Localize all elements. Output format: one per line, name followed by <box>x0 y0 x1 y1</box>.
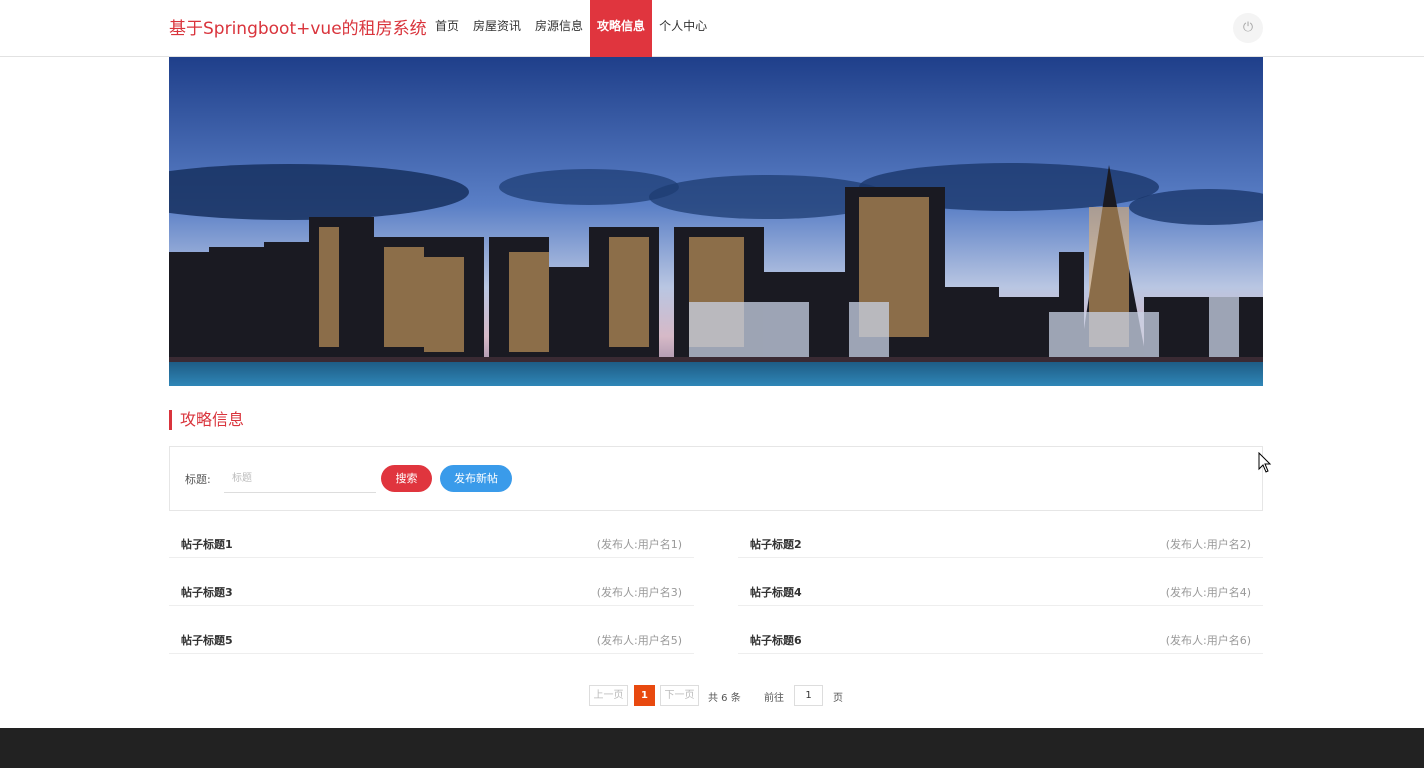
goto-page-input[interactable]: 1 <box>794 685 823 706</box>
city-skyline-image <box>169 57 1263 386</box>
total-count: 共 6 条 <box>708 693 741 704</box>
post-title[interactable]: 帖子标题1 <box>181 536 233 552</box>
goto-label: 前往 <box>764 693 784 704</box>
post-title[interactable]: 帖子标题2 <box>750 536 802 552</box>
title-search-input[interactable] <box>224 465 376 493</box>
list-item[interactable]: 帖子标题2 (发布人:用户名2) <box>738 520 1263 558</box>
page-number-current[interactable]: 1 <box>634 685 655 706</box>
page-unit-label: 页 <box>833 693 843 704</box>
list-item[interactable]: 帖子标题5 (发布人:用户名5) <box>169 616 694 654</box>
banner-image <box>169 57 1263 386</box>
post-title[interactable]: 帖子标题6 <box>750 632 802 648</box>
list-item[interactable]: 帖子标题3 (发布人:用户名3) <box>169 568 694 606</box>
post-title[interactable]: 帖子标题3 <box>181 584 233 600</box>
nav-home[interactable]: 首页 <box>428 0 466 57</box>
post-author: (发布人:用户名3) <box>596 586 682 599</box>
nav-guides[interactable]: 攻略信息 <box>590 0 653 57</box>
nav-house-news[interactable]: 房屋资讯 <box>466 0 528 57</box>
post-author: (发布人:用户名4) <box>1165 586 1251 599</box>
nav-personal-center[interactable]: 个人中心 <box>652 0 714 57</box>
page-footer <box>0 728 1424 768</box>
list-item[interactable]: 帖子标题4 (发布人:用户名4) <box>738 568 1263 606</box>
mouse-cursor-icon <box>1258 452 1272 473</box>
post-title[interactable]: 帖子标题5 <box>181 632 233 648</box>
power-icon[interactable]: ⏻ <box>1233 13 1263 43</box>
post-new-topic-button[interactable]: 发布新帖 <box>440 465 512 492</box>
next-page-button[interactable]: 下一页 <box>660 685 699 706</box>
title-filter-label: 标题: <box>185 473 211 486</box>
post-author: (发布人:用户名6) <box>1165 634 1251 647</box>
post-author: (发布人:用户名5) <box>596 634 682 647</box>
post-author: (发布人:用户名2) <box>1165 538 1251 551</box>
site-brand[interactable]: 基于Springboot+vue的租房系统 <box>169 14 427 39</box>
list-item[interactable]: 帖子标题6 (发布人:用户名6) <box>738 616 1263 654</box>
search-button[interactable]: 搜索 <box>381 465 432 492</box>
main-nav: 首页 房屋资讯 房源信息 攻略信息 个人中心 <box>428 0 714 57</box>
section-title: 攻略信息 <box>169 410 244 430</box>
post-author: (发布人:用户名1) <box>596 538 682 551</box>
prev-page-button[interactable]: 上一页 <box>589 685 628 706</box>
post-title[interactable]: 帖子标题4 <box>750 584 802 600</box>
top-header: 基于Springboot+vue的租房系统 首页 房屋资讯 房源信息 攻略信息 … <box>0 0 1424 57</box>
list-item[interactable]: 帖子标题1 (发布人:用户名1) <box>169 520 694 558</box>
search-panel: 标题: 搜索 发布新帖 <box>169 446 1263 511</box>
nav-house-listings[interactable]: 房源信息 <box>528 0 590 57</box>
